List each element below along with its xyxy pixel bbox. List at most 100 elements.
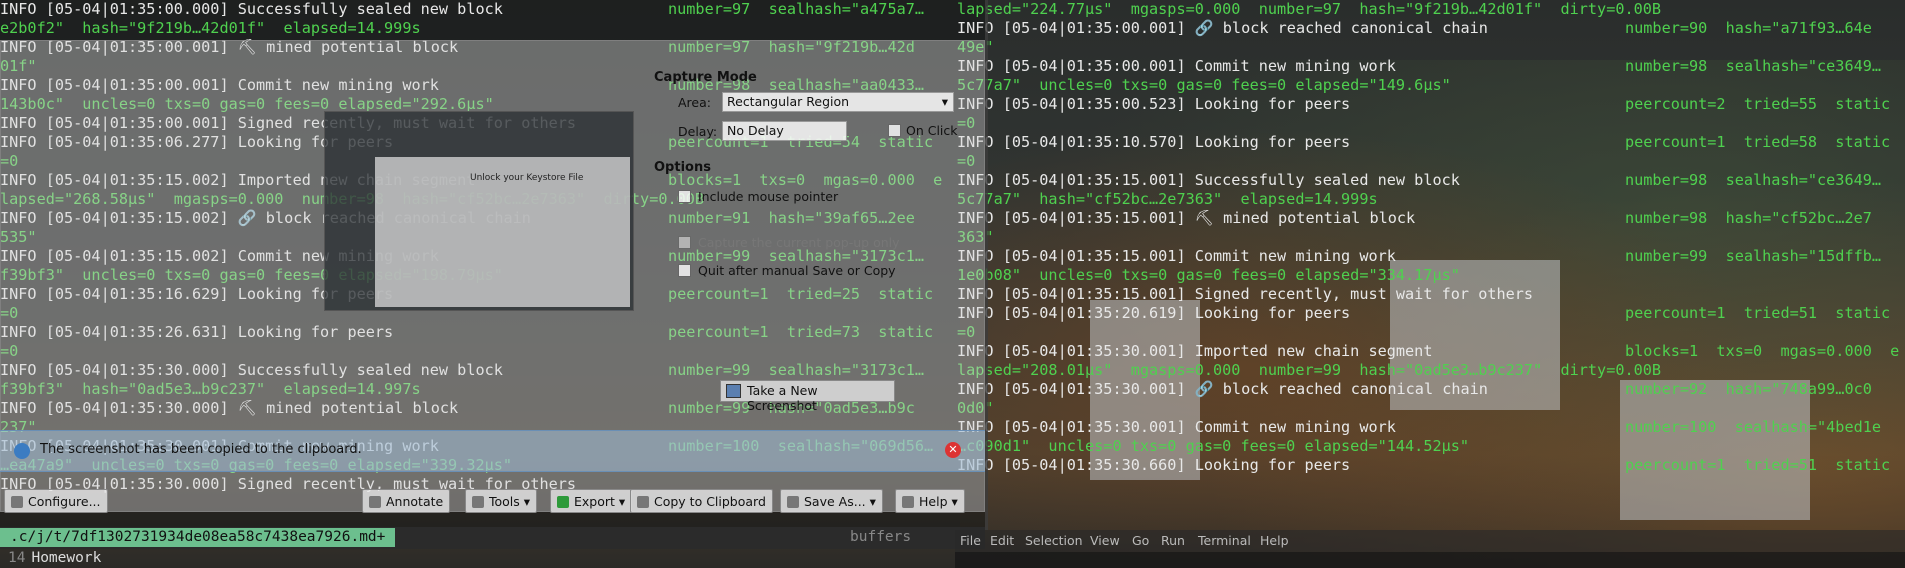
menu-selection[interactable]: Selection [1025,533,1083,548]
log-text: lapsed="208.01µs" mgasps=0.000 number=99… [957,361,1662,379]
log-line: INFO [05-04|01:35:30.001] Commit new min… [957,418,1905,437]
help-button[interactable]: Help ▾ [895,489,965,513]
tools-icon [472,496,484,508]
copy-label: Copy to Clipboard [654,494,766,509]
buffer-filename[interactable]: .c/j/t/7df1302731934de08ea58c7438ea7926.… [0,528,396,547]
log-line: INFO [05-04|01:35:30.660] Looking for pe… [957,456,1905,475]
menu-help[interactable]: Help [1260,533,1289,548]
menu-view[interactable]: View [1090,533,1120,548]
log-fields: number=98 sealhash="ce3649… [1625,171,1882,189]
log-line: INFO [05-04|01:35:00.000] Successfully s… [0,0,985,19]
log-text: 1e0b08" uncles=0 txs=0 gas=0 fees=0 elap… [957,266,1460,284]
log-line: INFO [05-04|01:35:15.001] ⛏ mined potent… [957,209,1905,228]
preview-caption: Unlock your Keystore File [470,173,584,183]
log-text: INFO [05-04|01:35:30.660] Looking for pe… [957,456,1351,474]
log-line: =0 [957,114,1905,133]
delay-value: No Delay [727,123,784,138]
log-line: 5c77a7" hash="cf52bc…2e7363" elapsed=14.… [957,190,1905,209]
camera-icon [726,384,741,398]
vscode-titlebar-strip [955,552,1905,568]
include-pointer-checkbox[interactable] [678,190,691,203]
pane-separator [985,0,988,530]
log-text: INFO [05-04|01:35:00.001] 🔗 block reache… [957,19,1488,37]
screenshot-button-bar: Configure... Annotate Tools ▾ Export ▾ C… [0,485,985,515]
log-text: lapsed="224.77µs" mgasps=0.000 number=97… [957,0,1662,18]
log-line: INFO [05-04|01:35:15.001] Successfully s… [957,171,1905,190]
log-text: INFO [05-04|01:35:00.001] Commit new min… [957,57,1396,75]
notification-text: The screenshot has been copied to the cl… [40,442,362,457]
menu-terminal[interactable]: Terminal [1198,533,1251,548]
log-text: INFO [05-04|01:35:15.001] Signed recentl… [957,285,1534,303]
log-fields: number=90 hash="a71f93…64e [1625,19,1872,37]
log-line: INFO [05-04|01:35:10.570] Looking for pe… [957,133,1905,152]
clipboard-notification: The screenshot has been copied to the cl… [0,430,985,472]
log-line: …c090d1" uncles=0 txs=0 gas=0 fees=0 ela… [957,437,1905,456]
log-text: INFO [05-04|01:35:30.001] 🔗 block reache… [957,380,1488,398]
export-button[interactable]: Export ▾ [550,489,633,513]
configure-button[interactable]: Configure... [4,489,108,513]
log-line: 49e" [957,38,1905,57]
log-line: INFO [05-04|01:35:15.001] Commit new min… [957,247,1905,266]
delay-label: Delay: [678,124,718,139]
log-text: 5c77a7" uncles=0 txs=0 gas=0 fees=0 elap… [957,76,1451,94]
log-text: INFO [05-04|01:35:20.619] Looking for pe… [957,304,1351,322]
log-fields: number=98 hash="cf52bc…2e7 [1625,209,1872,227]
new-screenshot-button[interactable]: Take a New Screenshot [720,380,895,413]
capture-popup-checkbox[interactable] [678,236,691,249]
log-line: lapsed="224.77µs" mgasps=0.000 number=97… [957,0,1905,19]
copy-to-clipboard-button[interactable]: Copy to Clipboard [630,489,773,513]
delay-spinbox[interactable]: No Delay [722,121,847,141]
menu-go[interactable]: Go [1132,533,1149,548]
log-line: 363" [957,228,1905,247]
log-text: INFO [05-04|01:35:00.000] Successfully s… [0,0,503,18]
export-label: Export [574,494,615,509]
capture-panel: Capture Mode Area: Rectangular Region ▾ … [648,40,985,400]
log-fields: peercount=1 tried=51 static [1625,304,1891,322]
tools-button[interactable]: Tools ▾ [465,489,538,513]
screenshot-preview[interactable]: Unlock your Keystore File [324,111,634,311]
editor-line[interactable]: 14 Homework [0,549,985,568]
menu-run[interactable]: Run [1161,533,1185,548]
options-title: Options [654,160,711,175]
annotate-button[interactable]: Annotate [362,489,451,513]
log-fields: peercount=1 tried=58 static [1625,133,1891,151]
capture-popup-label: Capture the current pop-up only [698,235,900,250]
area-select[interactable]: Rectangular Region ▾ [722,92,954,112]
log-line: =0 [957,323,1905,342]
tools-label: Tools [489,494,520,509]
log-fields: blocks=1 txs=0 mgas=0.000 e [1625,342,1900,360]
include-pointer-label: Include mouse pointer [698,189,839,204]
new-screenshot-label: Take a New Screenshot [747,383,818,413]
log-line: 1e0b08" uncles=0 txs=0 gas=0 fees=0 elap… [957,266,1905,285]
terminal-right[interactable]: lapsed="224.77µs" mgasps=0.000 number=97… [955,0,1905,540]
buffers-label[interactable]: buffers [850,528,911,547]
on-click-checkbox[interactable] [888,124,901,137]
log-line: INFO [05-04|01:35:00.523] Looking for pe… [957,95,1905,114]
area-label: Area: [678,95,711,110]
menu-edit[interactable]: Edit [990,533,1014,548]
log-line: 0d0" [957,399,1905,418]
info-icon [14,443,30,459]
capture-mode-title: Capture Mode [654,70,757,85]
menu-file[interactable]: File [960,533,981,548]
save-as-button[interactable]: Save As... ▾ [780,489,883,513]
quit-after-label: Quit after manual Save or Copy [698,263,896,278]
chevron-down-icon: ▾ [941,94,948,109]
line-text: Homework [31,550,102,566]
log-line: INFO [05-04|01:35:20.619] Looking for pe… [957,304,1905,323]
log-text: …c090d1" uncles=0 txs=0 gas=0 fees=0 ela… [957,437,1470,455]
log-line: INFO [05-04|01:35:30.001] Imported new c… [957,342,1905,361]
save-icon [787,496,799,508]
log-fields: number=98 sealhash="ce3649… [1625,57,1882,75]
close-icon[interactable]: ✕ [945,442,961,458]
log-text: INFO [05-04|01:35:00.523] Looking for pe… [957,95,1351,113]
vscode-menubar: File Edit Selection View Go Run Terminal… [955,530,1905,552]
log-line: =0 [957,152,1905,171]
log-text: INFO [05-04|01:35:30.001] Commit new min… [957,418,1396,436]
log-line: INFO [05-04|01:35:00.001] 🔗 block reache… [957,19,1905,38]
log-fields: peercount=2 tried=55 static [1625,95,1891,113]
log-text: INFO [05-04|01:35:15.001] Successfully s… [957,171,1460,189]
line-number: 14 [8,550,26,566]
quit-after-checkbox[interactable] [678,264,691,277]
log-text: INFO [05-04|01:35:15.001] ⛏ mined potent… [957,209,1416,227]
